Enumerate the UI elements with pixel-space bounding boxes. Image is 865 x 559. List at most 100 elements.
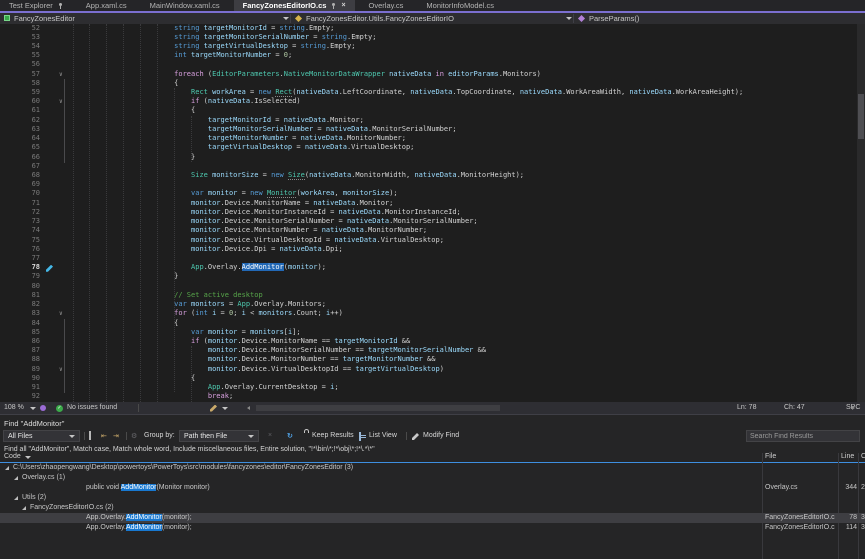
keep-results-button[interactable]: Keep Results bbox=[312, 432, 354, 439]
chevron-down-icon[interactable] bbox=[222, 407, 228, 410]
presence-icon[interactable] bbox=[40, 405, 46, 411]
tab-test-explorer[interactable]: Test Explorer bbox=[0, 0, 72, 11]
code-line[interactable]: 84 { bbox=[0, 319, 865, 328]
code-line[interactable]: 85 var monitor = monitors[i]; bbox=[0, 328, 865, 337]
code-line[interactable]: 60∨ if (nativeData.IsSelected) bbox=[0, 97, 865, 106]
next-location-icon[interactable]: ⇥ bbox=[113, 432, 119, 440]
result-group-row[interactable]: C:\Users\zhaopengwang\Desktop\powertoys\… bbox=[0, 463, 865, 473]
result-group-row[interactable]: Overlay.cs (1) bbox=[0, 473, 865, 483]
code-line[interactable]: 56 bbox=[0, 60, 865, 69]
code-line[interactable]: 83∨ for (int i = 0; i < monitors.Count; … bbox=[0, 309, 865, 318]
result-group-row[interactable]: FancyZonesEditorIO.cs (2) bbox=[0, 503, 865, 513]
previous-location-icon[interactable]: ⇤ bbox=[101, 432, 107, 440]
code-line[interactable]: 80 bbox=[0, 282, 865, 291]
code-line[interactable]: 63 targetMonitorSerialNumber = nativeDat… bbox=[0, 125, 865, 134]
horizontal-scrollbar[interactable] bbox=[256, 405, 500, 411]
project-dropdown[interactable]: FancyZonesEditor bbox=[4, 13, 75, 24]
code-line[interactable]: 57∨ foreach (EditorParameters.NativeMoni… bbox=[0, 70, 865, 79]
code-line[interactable]: 54 string targetVirtualDesktop = string.… bbox=[0, 42, 865, 51]
list-view-button[interactable]: List View bbox=[369, 432, 397, 439]
expander-icon[interactable] bbox=[5, 466, 9, 470]
column-header-file[interactable]: File bbox=[765, 453, 776, 460]
member-dropdown[interactable]: ParseParams() bbox=[579, 13, 639, 24]
result-match-row[interactable]: public void AddMonitor(Monitor monitor)O… bbox=[0, 483, 865, 493]
chevron-down-icon[interactable] bbox=[566, 17, 572, 20]
code-line[interactable]: 70 var monitor = new Monitor(workArea, m… bbox=[0, 189, 865, 198]
code-line[interactable]: 81 // Set active desktop bbox=[0, 291, 865, 300]
code-line[interactable]: 86 if (monitor.Device.MonitorName == tar… bbox=[0, 337, 865, 346]
tab-fancyzoneseditorio-cs[interactable]: FancyZonesEditorIO.cs× bbox=[234, 0, 355, 11]
code-line[interactable]: 69 bbox=[0, 180, 865, 189]
result-group-row[interactable]: Utils (2) bbox=[0, 493, 865, 503]
code-filter-dropdown[interactable]: Code bbox=[4, 453, 21, 460]
tab-overlay-cs[interactable]: Overlay.cs bbox=[360, 0, 413, 11]
code-line[interactable]: 68 Size monitorSize = new Size(nativeDat… bbox=[0, 171, 865, 180]
expander-icon[interactable] bbox=[22, 506, 26, 510]
chevron-down-icon[interactable] bbox=[25, 456, 31, 459]
fold-collapse-icon[interactable]: ∨ bbox=[59, 309, 63, 318]
code-line[interactable]: 65 targetVirtualDesktop = nativeData.Vir… bbox=[0, 143, 865, 152]
tab-app-xaml-cs[interactable]: App.xaml.cs bbox=[77, 0, 136, 11]
fold-collapse-icon[interactable]: ∨ bbox=[59, 365, 63, 374]
group-by-dropdown[interactable]: Path then File bbox=[179, 430, 259, 442]
code-line[interactable]: 62 targetMonitorId = nativeData.Monitor; bbox=[0, 116, 865, 125]
modify-find-button[interactable]: Modify Find bbox=[423, 432, 459, 439]
result-match-row[interactable]: App.Overlay.AddMonitor(monitor);FancyZon… bbox=[0, 513, 865, 523]
code-line[interactable]: 55 int targetMonitorNumber = 0; bbox=[0, 51, 865, 60]
code-line[interactable]: 78 App.Overlay.AddMonitor(monitor); bbox=[0, 263, 865, 272]
code-line[interactable]: 64 targetMonitorNumber = nativeData.Moni… bbox=[0, 134, 865, 143]
copy-icon[interactable] bbox=[89, 431, 91, 440]
code-line[interactable]: 67 bbox=[0, 162, 865, 171]
refresh-icon[interactable]: ↻ bbox=[287, 432, 293, 440]
quick-actions-pencil-icon[interactable] bbox=[210, 405, 217, 412]
code-line[interactable]: 61 { bbox=[0, 106, 865, 115]
zoom-level[interactable]: 108 % bbox=[4, 404, 24, 411]
code-line[interactable]: 92 break; bbox=[0, 392, 865, 401]
scrollbar-thumb[interactable] bbox=[858, 94, 864, 139]
column-header-line[interactable]: Line bbox=[841, 453, 854, 460]
clear-all-icon[interactable]: ⚙ bbox=[131, 432, 137, 440]
code-line[interactable]: 66 } bbox=[0, 153, 865, 162]
code-line[interactable]: 79 } bbox=[0, 272, 865, 281]
tab-monitorinfomodel-cs[interactable]: MonitorInfoModel.cs bbox=[417, 0, 503, 11]
search-find-results-input[interactable] bbox=[746, 430, 860, 442]
scroll-left-icon[interactable] bbox=[247, 406, 250, 410]
pin-icon[interactable] bbox=[331, 3, 336, 8]
code-line[interactable]: 71 monitor.Device.MonitorName = nativeDa… bbox=[0, 199, 865, 208]
code-line[interactable]: 53 string targetMonitorSerialNumber = st… bbox=[0, 33, 865, 42]
space-mode-indicator[interactable]: SPC bbox=[846, 404, 860, 411]
code-line[interactable]: 73 monitor.Device.MonitorSerialNumber = … bbox=[0, 217, 865, 226]
tab-mainwindow-xaml-cs[interactable]: MainWindow.xaml.cs bbox=[141, 0, 229, 11]
stop-search-icon[interactable]: × bbox=[268, 432, 272, 439]
code-line[interactable]: 74 monitor.Device.MonitorNumber = native… bbox=[0, 226, 865, 235]
expander-icon[interactable] bbox=[14, 496, 18, 500]
code-line[interactable]: 52 string targetMonitorId = string.Empty… bbox=[0, 24, 865, 33]
modify-find-pencil-icon[interactable] bbox=[412, 433, 419, 440]
code-line[interactable]: 89∨ monitor.Device.VirtualDesktopId == t… bbox=[0, 365, 865, 374]
code-line[interactable]: 77 bbox=[0, 254, 865, 263]
pin-icon[interactable] bbox=[58, 3, 63, 8]
code-line[interactable]: 59 Rect workArea = new Rect(nativeData.L… bbox=[0, 88, 865, 97]
chevron-down-icon[interactable] bbox=[30, 407, 36, 410]
fold-collapse-icon[interactable]: ∨ bbox=[59, 70, 63, 79]
scope-dropdown[interactable]: All Files bbox=[3, 430, 80, 442]
type-dropdown[interactable]: FancyZonesEditor.Utils.FancyZonesEditorI… bbox=[296, 13, 454, 24]
code-line[interactable]: 72 monitor.Device.MonitorInstanceId = na… bbox=[0, 208, 865, 217]
code-line[interactable]: 87 monitor.Device.MonitorSerialNumber ==… bbox=[0, 346, 865, 355]
result-match-row[interactable]: App.Overlay.AddMonitor(monitor);FancyZon… bbox=[0, 523, 865, 533]
code-line[interactable]: 82 var monitors = App.Overlay.Monitors; bbox=[0, 300, 865, 309]
code-line[interactable]: 90 { bbox=[0, 374, 865, 383]
code-editor[interactable]: 52 string targetMonitorId = string.Empty… bbox=[0, 24, 865, 402]
code-line[interactable]: 58 { bbox=[0, 79, 865, 88]
issues-status[interactable]: No issues found bbox=[67, 404, 117, 411]
list-view-icon[interactable] bbox=[359, 432, 361, 441]
code-line[interactable]: 88 monitor.Device.MonitorNumber == targe… bbox=[0, 355, 865, 364]
code-line[interactable]: 75 monitor.Device.VirtualDesktopId = nat… bbox=[0, 236, 865, 245]
vertical-scrollbar[interactable] bbox=[857, 24, 865, 402]
chevron-down-icon[interactable] bbox=[283, 17, 289, 20]
close-icon[interactable]: × bbox=[341, 3, 345, 8]
code-line[interactable]: 76 monitor.Device.Dpi = nativeData.Dpi; bbox=[0, 245, 865, 254]
column-header-col[interactable]: Col bbox=[861, 453, 865, 460]
code-line[interactable]: 91 App.Overlay.CurrentDesktop = i; bbox=[0, 383, 865, 392]
expander-icon[interactable] bbox=[14, 476, 18, 480]
